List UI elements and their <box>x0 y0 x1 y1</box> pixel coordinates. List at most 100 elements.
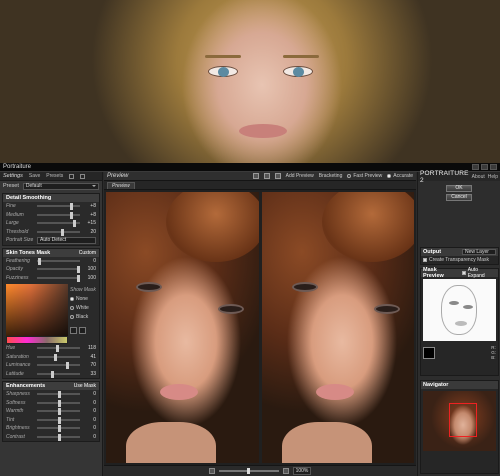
use-mask-checkbox[interactable]: Use Mask <box>74 383 96 389</box>
hue-slider[interactable] <box>37 345 80 353</box>
fuzziness-slider[interactable] <box>37 274 80 282</box>
zoom-in-icon[interactable] <box>282 468 289 474</box>
skin-tones-mask-header[interactable]: Skin Tones Mask Custom <box>3 248 99 257</box>
radio-none[interactable]: None <box>70 296 96 302</box>
tint-slider[interactable] <box>37 416 80 424</box>
slider-value[interactable]: 0 <box>83 434 96 440</box>
close-button[interactable] <box>490 164 497 170</box>
large-slider[interactable] <box>37 220 80 228</box>
slider-value[interactable]: 0 <box>83 417 96 423</box>
right-eye <box>283 66 313 77</box>
slider-value[interactable]: 41 <box>83 354 96 360</box>
luminance-slider[interactable] <box>37 362 80 370</box>
fine-slider[interactable] <box>37 203 80 211</box>
undo-icon[interactable] <box>69 173 75 179</box>
slider-value[interactable]: 118 <box>83 345 96 351</box>
slider-value[interactable]: 0 <box>83 408 96 414</box>
slider-contrast: Contrast 0 <box>3 433 99 442</box>
zoom-slider[interactable] <box>218 468 279 474</box>
about-link[interactable]: About <box>472 174 485 180</box>
detail-smoothing-section: Detail Smoothing Fine +8 Medium +8 Large… <box>2 193 100 246</box>
softness-slider[interactable] <box>37 399 80 407</box>
accurate-radio[interactable]: Accurate <box>387 173 413 179</box>
ok-button[interactable]: OK <box>446 185 472 192</box>
add-preview-button[interactable]: Add Preview <box>286 173 314 179</box>
preview-tabs: Preview <box>104 181 416 190</box>
redo-icon[interactable] <box>80 173 86 179</box>
threshold-slider[interactable] <box>37 228 80 236</box>
medium-slider[interactable] <box>37 211 80 219</box>
split-view-icon[interactable] <box>263 173 270 179</box>
slider-feathering: Feathering 0 <box>3 257 99 266</box>
portraiture-window: Portraiture Settings Save Presets Preset… <box>0 163 500 476</box>
brightness-slider[interactable] <box>37 425 80 433</box>
bracketing-button[interactable]: Bracketing <box>319 173 343 179</box>
presets-button[interactable]: Presets <box>46 173 63 179</box>
navigator-header: Navigator <box>421 381 498 389</box>
transparency-checkbox[interactable]: Create Transparency Mask <box>421 256 498 264</box>
maximize-button[interactable] <box>481 164 488 170</box>
slider-value[interactable]: 20 <box>83 229 96 235</box>
navigator-thumbnail[interactable] <box>423 391 496 451</box>
slider-value[interactable]: 70 <box>83 362 96 368</box>
radio-black[interactable]: Black <box>70 314 96 320</box>
navigator-view-box[interactable] <box>449 403 477 437</box>
warmth-slider[interactable] <box>37 408 80 416</box>
hue-strip[interactable] <box>6 336 68 344</box>
slider-value[interactable]: +15 <box>83 220 96 226</box>
single-view-icon[interactable] <box>252 173 259 179</box>
slider-value[interactable]: 0 <box>83 425 96 431</box>
latitude-slider[interactable] <box>37 370 80 378</box>
save-button[interactable]: Save <box>29 173 40 179</box>
help-link[interactable]: Help <box>488 174 498 180</box>
minimize-button[interactable] <box>472 164 479 170</box>
skin-tone-color-picker[interactable] <box>6 284 68 344</box>
eyedropper-plus-icon[interactable] <box>79 327 86 334</box>
mask-mode-dropdown[interactable]: Custom <box>79 250 96 256</box>
output-dropdown[interactable]: New Layer <box>462 249 496 255</box>
screen: Portraiture Settings Save Presets Preset… <box>0 0 500 476</box>
zoom-level[interactable]: 100% <box>292 467 312 475</box>
zoom-out-icon[interactable] <box>208 468 215 474</box>
slider-value[interactable]: 0 <box>83 258 96 264</box>
output-section: Output New Layer Create Transparency Mas… <box>420 247 499 265</box>
after-image[interactable] <box>261 192 414 463</box>
slider-value[interactable]: 100 <box>83 275 96 281</box>
sampled-color-row: R: G: B: <box>421 343 498 362</box>
cancel-button[interactable]: Cancel <box>446 194 472 201</box>
eyedropper-icon[interactable] <box>70 327 77 334</box>
preview-title: Preview <box>107 173 129 179</box>
opacity-slider[interactable] <box>37 266 80 274</box>
slider-label: Saturation <box>6 353 29 360</box>
before-image[interactable] <box>106 192 259 463</box>
slider-value[interactable]: 33 <box>83 371 96 377</box>
settings-tab[interactable]: Settings <box>3 173 23 179</box>
portrait-size-dropdown[interactable]: Auto Detect <box>37 236 96 244</box>
preset-dropdown[interactable]: Default <box>22 182 99 190</box>
feathering-slider[interactable] <box>37 257 80 265</box>
slider-large: Large +15 <box>3 219 99 228</box>
settings-panel: Settings Save Presets Preset Default Det… <box>0 172 103 476</box>
slider-fuzziness: Fuzziness 100 <box>3 274 99 283</box>
auto-expand-checkbox[interactable]: Auto Expand <box>461 267 496 279</box>
detail-smoothing-header[interactable]: Detail Smoothing <box>3 194 99 202</box>
preset-label: Preset <box>3 183 19 189</box>
enhancements-header[interactable]: Enhancements Use Mask <box>3 382 99 390</box>
contrast-slider[interactable] <box>37 433 80 441</box>
fast-preview-radio[interactable]: Fast Preview <box>347 173 382 179</box>
side-by-side-icon[interactable] <box>274 173 281 179</box>
sharpness-slider[interactable] <box>37 391 80 399</box>
slider-value[interactable]: 100 <box>83 266 96 272</box>
slider-value[interactable]: +8 <box>83 203 96 209</box>
preview-tab[interactable]: Preview <box>107 182 135 189</box>
radio-white[interactable]: White <box>70 305 96 311</box>
slider-label: Medium <box>6 211 24 218</box>
left-eye <box>208 66 238 77</box>
slider-threshold: Threshold 20 <box>3 228 99 237</box>
slider-value[interactable]: 0 <box>83 400 96 406</box>
skin-tones-mask-title: Skin Tones Mask <box>6 249 51 256</box>
slider-value[interactable]: +8 <box>83 212 96 218</box>
saturation-slider[interactable] <box>37 353 80 361</box>
mask-preview-header: Mask Preview Auto Expand <box>421 267 498 279</box>
slider-value[interactable]: 0 <box>83 391 96 397</box>
